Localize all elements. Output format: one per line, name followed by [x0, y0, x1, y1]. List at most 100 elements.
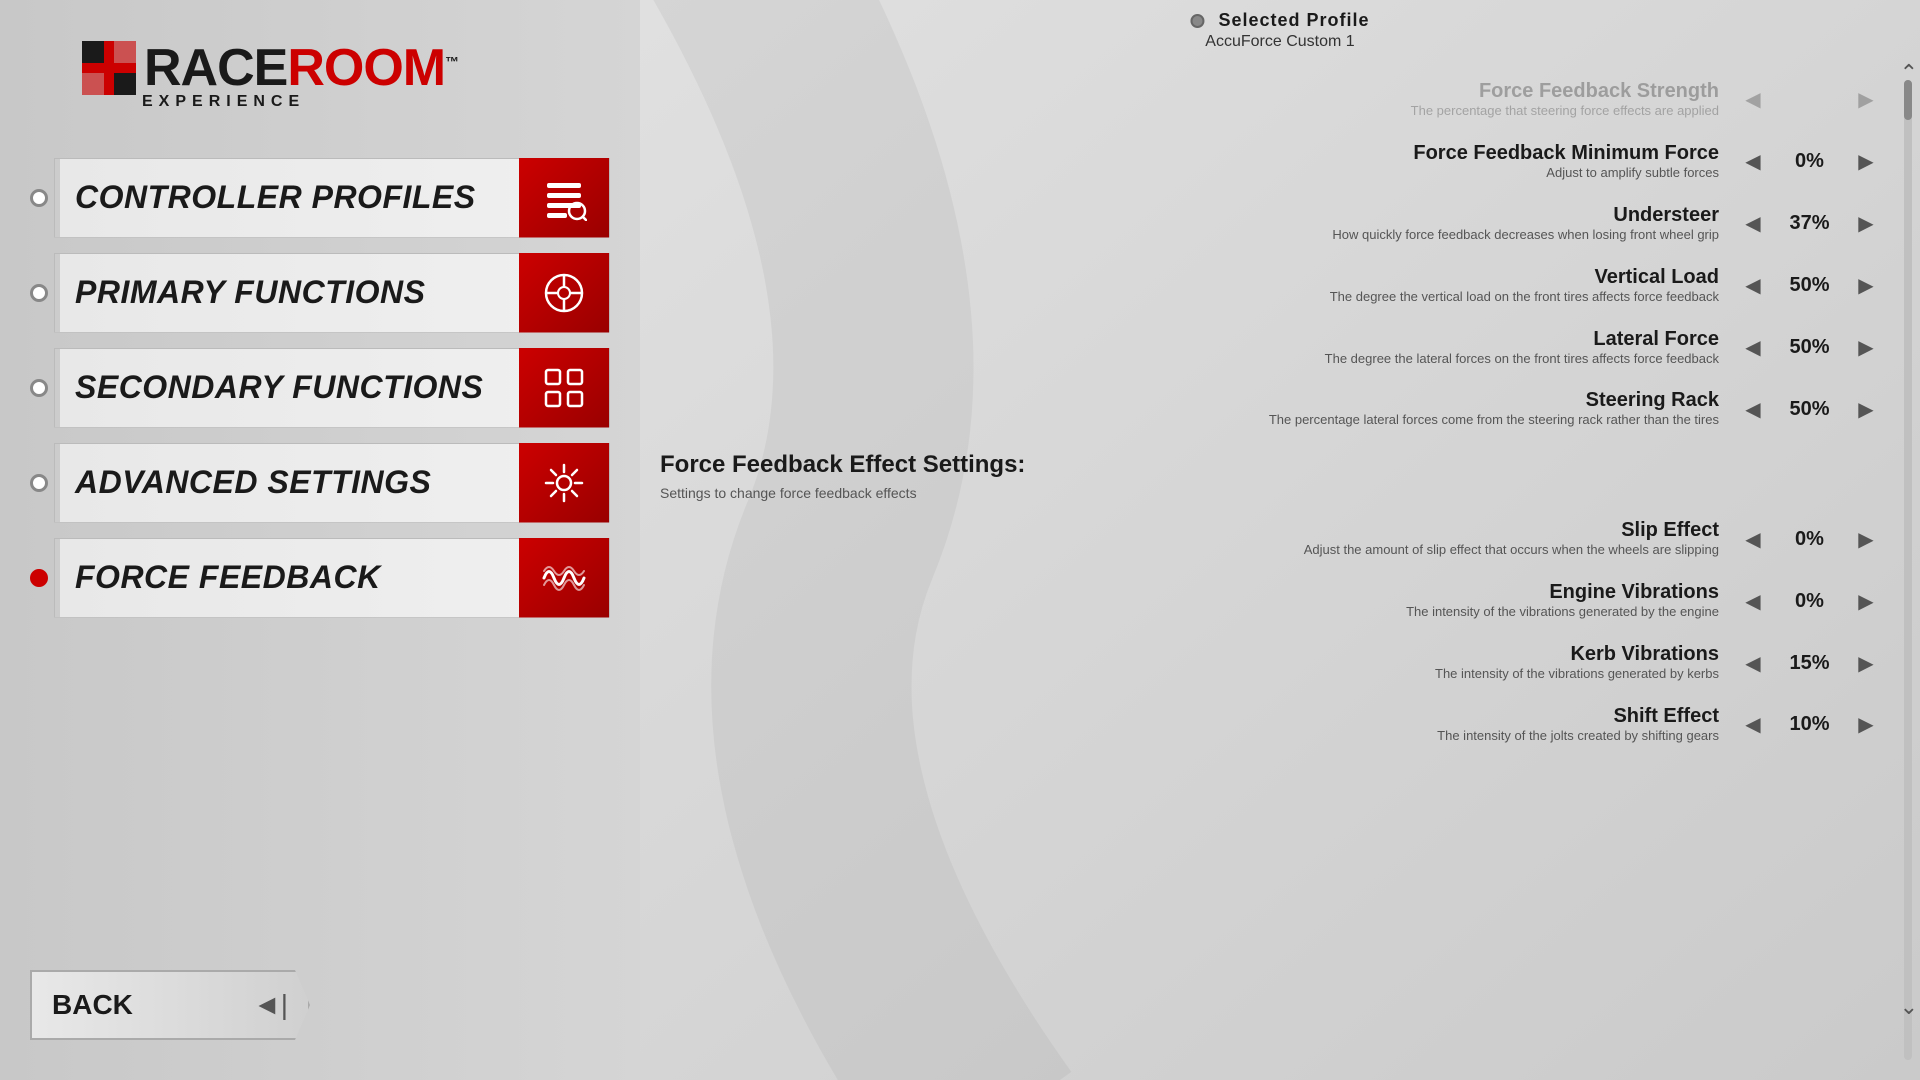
profile-dot — [1190, 14, 1204, 28]
nav-label-force-feedback: Force Feedback — [75, 559, 381, 596]
back-icon: ◄| — [253, 989, 288, 1021]
setting-row-ff-min: Force Feedback Minimum Force Adjust to a… — [660, 142, 1880, 182]
setting-control-shift-effect: ◀ 10% ▶ — [1739, 711, 1880, 739]
setting-name-lateral-force: Lateral Force — [660, 328, 1719, 351]
setting-desc-vertical-load: The degree the vertical load on the fron… — [660, 289, 1719, 306]
logo-area: RACEROOM™ EXPERIENCE — [80, 20, 500, 130]
ff-min-decrease[interactable]: ◀ — [1739, 148, 1767, 176]
nav-item-controller-profiles[interactable]: Controller Profiles — [30, 155, 610, 240]
nav-bar-primary-functions[interactable]: Primary Functions — [54, 253, 610, 333]
setting-name-steering-rack: Steering Rack — [660, 389, 1719, 412]
setting-control-understeer: ◀ 37% ▶ — [1739, 210, 1880, 238]
logo-tm: ™ — [445, 54, 458, 70]
shift-effect-increase[interactable]: ▶ — [1852, 711, 1880, 739]
slip-effect-value: 0% — [1782, 528, 1837, 551]
setting-control-engine-vibrations: ◀ 0% ▶ — [1739, 587, 1880, 615]
setting-desc-kerb-vibrations: The intensity of the vibrations generate… — [660, 666, 1719, 683]
ff-strength-decrease[interactable]: ◀ — [1739, 86, 1767, 114]
slip-effect-decrease[interactable]: ◀ — [1739, 525, 1767, 553]
lateral-force-increase[interactable]: ▶ — [1852, 334, 1880, 362]
setting-info-vertical-load: Vertical Load The degree the vertical lo… — [660, 266, 1739, 306]
setting-info-steering-rack: Steering Rack The percentage lateral for… — [660, 389, 1739, 429]
setting-control-kerb-vibrations: ◀ 15% ▶ — [1739, 649, 1880, 677]
setting-info-ff-strength: Force Feedback Strength The percentage t… — [660, 80, 1739, 120]
setting-name-engine-vibrations: Engine Vibrations — [660, 581, 1719, 604]
nav-bar-secondary-functions[interactable]: Secondary Functions — [54, 348, 610, 428]
setting-info-slip-effect: Slip Effect Adjust the amount of slip ef… — [660, 519, 1739, 559]
shift-effect-value: 10% — [1782, 713, 1837, 736]
setting-info-lateral-force: Lateral Force The degree the lateral for… — [660, 328, 1739, 368]
setting-row-lateral-force: Lateral Force The degree the lateral for… — [660, 328, 1880, 368]
nav-bar-controller-profiles[interactable]: Controller Profiles — [54, 158, 610, 238]
setting-desc-shift-effect: The intensity of the jolts created by sh… — [660, 728, 1719, 745]
setting-row-shift-effect: Shift Effect The intensity of the jolts … — [660, 705, 1880, 745]
nav-item-primary-functions[interactable]: Primary Functions — [30, 250, 610, 335]
logo-room: ROOM — [287, 39, 445, 97]
slip-effect-increase[interactable]: ▶ — [1852, 525, 1880, 553]
shift-effect-decrease[interactable]: ◀ — [1739, 711, 1767, 739]
steering-rack-value: 50% — [1782, 398, 1837, 421]
setting-row-kerb-vibrations: Kerb Vibrations The intensity of the vib… — [660, 643, 1880, 683]
steering-rack-increase[interactable]: ▶ — [1852, 395, 1880, 423]
setting-row-ff-strength: Force Feedback Strength The percentage t… — [660, 80, 1880, 120]
setting-row-engine-vibrations: Engine Vibrations The intensity of the v… — [660, 581, 1880, 621]
setting-info-ff-min: Force Feedback Minimum Force Adjust to a… — [660, 142, 1739, 182]
setting-desc-slip-effect: Adjust the amount of slip effect that oc… — [660, 542, 1719, 559]
ff-min-value: 0% — [1782, 150, 1837, 173]
scrollbar-thumb[interactable] — [1904, 80, 1912, 120]
setting-desc-ff-strength: The percentage that steering force effec… — [660, 103, 1719, 120]
setting-desc-engine-vibrations: The intensity of the vibrations generate… — [660, 604, 1719, 621]
nav-item-advanced-settings[interactable]: Advanced Settings — [30, 440, 610, 525]
setting-info-understeer: Understeer How quickly force feedback de… — [660, 204, 1739, 244]
effect-settings-sub: Settings to change force feedback effect… — [660, 485, 1880, 501]
back-button[interactable]: Back ◄| — [30, 970, 310, 1040]
nav-icon-secondary-functions — [519, 348, 609, 428]
selected-profile-name: AccuForce Custom 1 — [1190, 33, 1369, 51]
nav-bar-force-feedback[interactable]: Force Feedback — [54, 538, 610, 618]
ff-strength-increase[interactable]: ▶ — [1852, 86, 1880, 114]
engine-vibrations-decrease[interactable]: ◀ — [1739, 587, 1767, 615]
nav-dot-advanced-settings — [30, 474, 48, 492]
logo-icon — [80, 39, 138, 97]
kerb-vibrations-decrease[interactable]: ◀ — [1739, 649, 1767, 677]
setting-row-vertical-load: Vertical Load The degree the vertical lo… — [660, 266, 1880, 306]
understeer-decrease[interactable]: ◀ — [1739, 210, 1767, 238]
scrollbar-track — [1904, 80, 1912, 1060]
ff-min-increase[interactable]: ▶ — [1852, 148, 1880, 176]
nav-icon-primary-functions — [519, 253, 609, 333]
nav-item-force-feedback[interactable]: Force Feedback — [30, 535, 610, 620]
nav-dot-force-feedback — [30, 569, 48, 587]
engine-vibrations-increase[interactable]: ▶ — [1852, 587, 1880, 615]
nav-icon-advanced-settings — [519, 443, 609, 523]
vertical-load-decrease[interactable]: ◀ — [1739, 272, 1767, 300]
kerb-vibrations-increase[interactable]: ▶ — [1852, 649, 1880, 677]
steering-rack-decrease[interactable]: ◀ — [1739, 395, 1767, 423]
setting-desc-ff-min: Adjust to amplify subtle forces — [660, 165, 1719, 182]
gamepad-icon — [541, 270, 587, 316]
left-panel: RACEROOM™ EXPERIENCE Controller Profiles — [0, 0, 640, 1080]
setting-control-steering-rack: ◀ 50% ▶ — [1739, 395, 1880, 423]
back-label: Back — [52, 989, 133, 1021]
nav-bar-advanced-settings[interactable]: Advanced Settings — [54, 443, 610, 523]
logo-container: RACEROOM™ EXPERIENCE — [80, 39, 458, 111]
setting-control-slip-effect: ◀ 0% ▶ — [1739, 525, 1880, 553]
logo-experience: EXPERIENCE — [142, 93, 305, 111]
grid-icon — [541, 365, 587, 411]
list-icon — [541, 175, 587, 221]
selected-profile-label: Selected Profile — [1218, 10, 1369, 31]
setting-desc-steering-rack: The percentage lateral forces come from … — [660, 412, 1719, 429]
logo-race: RACE — [144, 39, 287, 97]
nav-menu: Controller Profiles Primary Functions — [30, 155, 610, 620]
setting-name-ff-strength: Force Feedback Strength — [660, 80, 1719, 103]
setting-name-vertical-load: Vertical Load — [660, 266, 1719, 289]
nav-item-secondary-functions[interactable]: Secondary Functions — [30, 345, 610, 430]
setting-name-kerb-vibrations: Kerb Vibrations — [660, 643, 1719, 666]
scroll-down-button[interactable]: ⌄ — [1900, 994, 1918, 1020]
lateral-force-decrease[interactable]: ◀ — [1739, 334, 1767, 362]
nav-label-secondary-functions: Secondary Functions — [75, 369, 483, 406]
vertical-load-increase[interactable]: ▶ — [1852, 272, 1880, 300]
nav-icon-force-feedback — [519, 538, 609, 618]
understeer-increase[interactable]: ▶ — [1852, 210, 1880, 238]
nav-icon-controller-profiles — [519, 158, 609, 238]
lateral-force-value: 50% — [1782, 336, 1837, 359]
